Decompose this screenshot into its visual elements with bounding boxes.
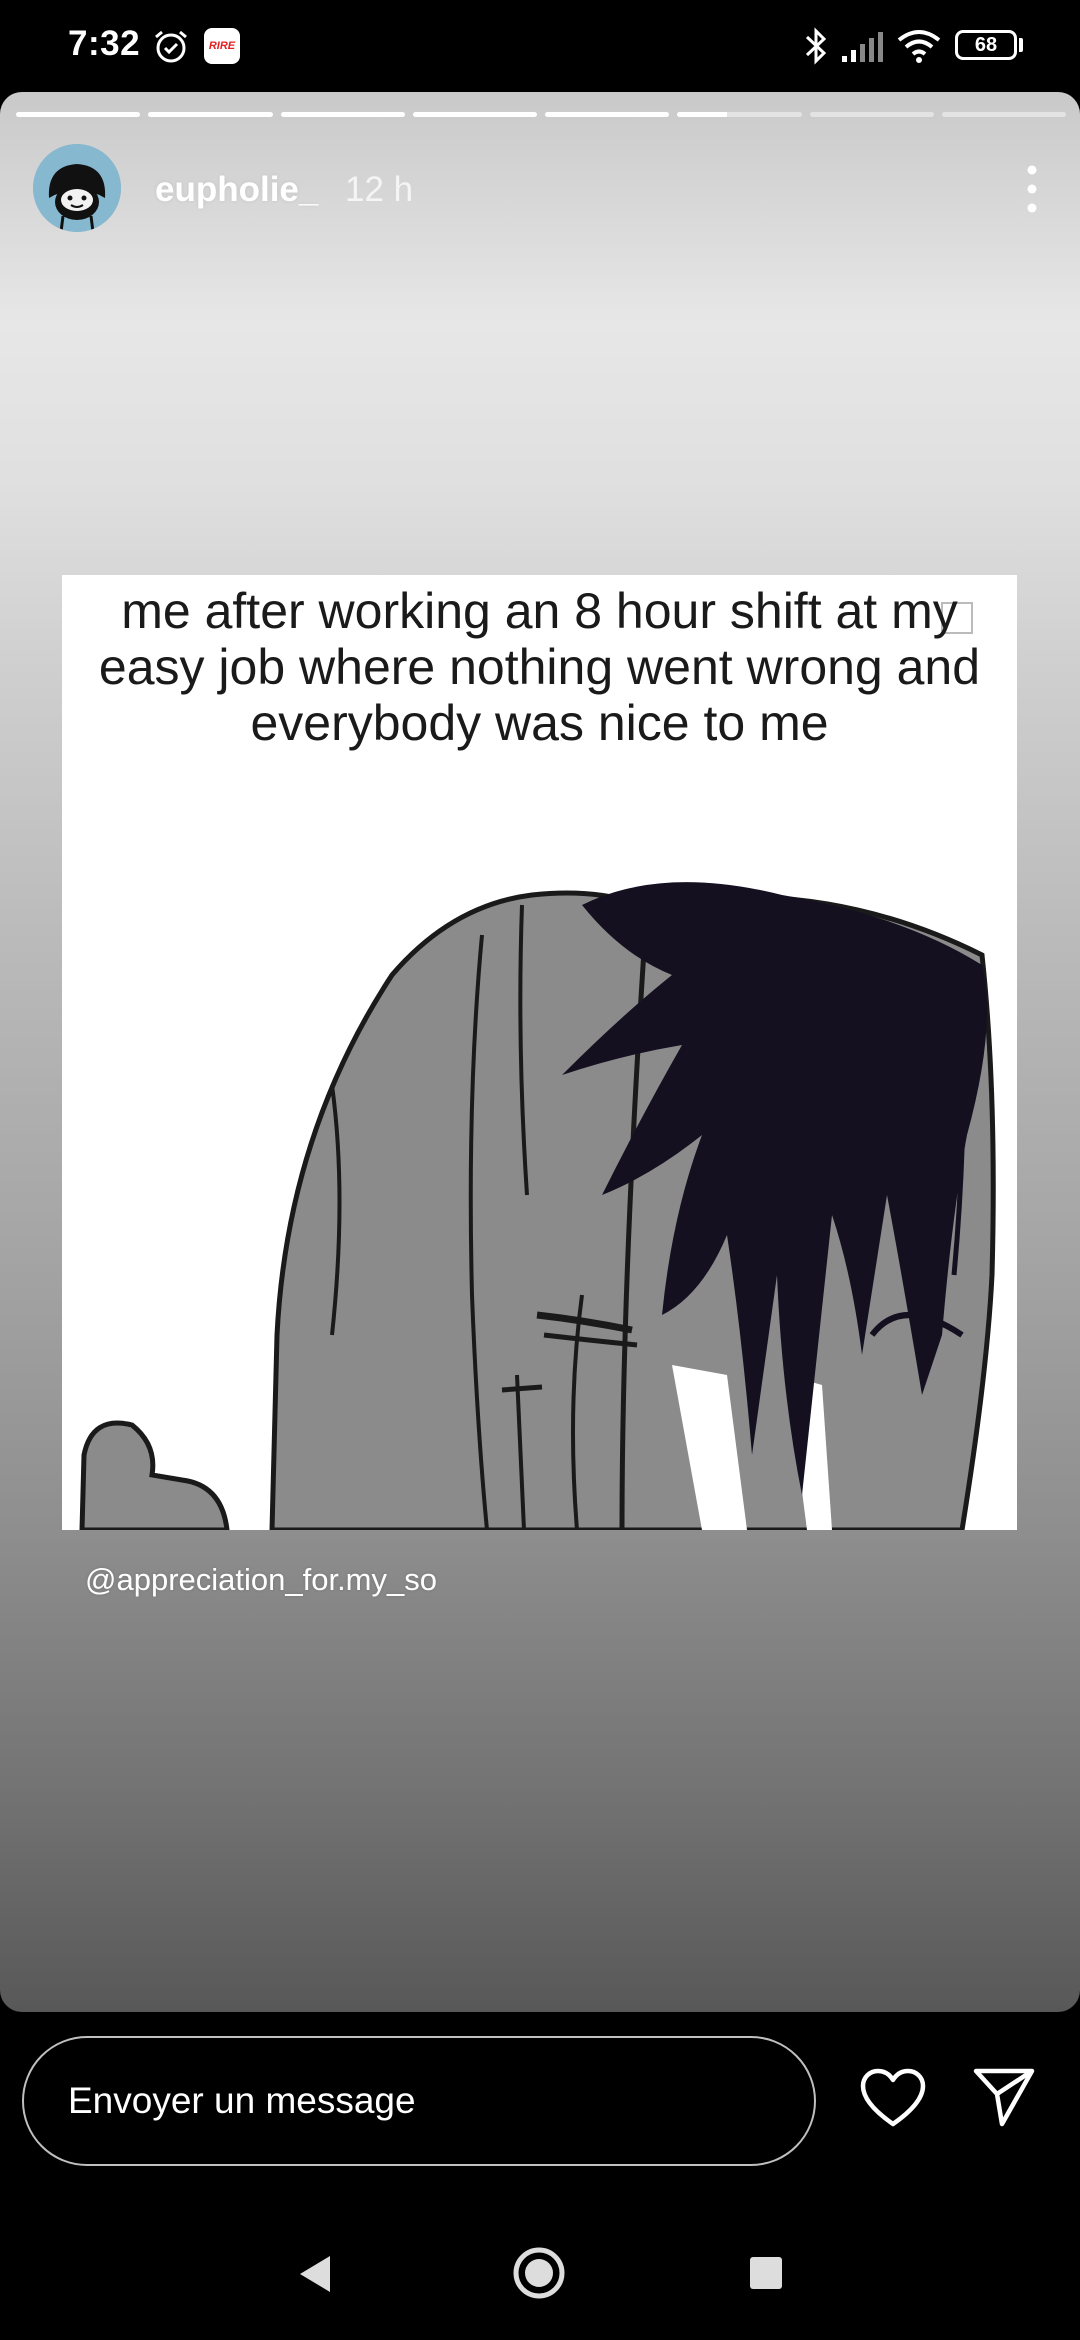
story-header: eupholie_ 12 h (33, 144, 1047, 234)
progress-segment (148, 112, 273, 117)
battery-icon: 68 (955, 30, 1017, 60)
heart-icon[interactable] (860, 2068, 926, 2128)
progress-segment (280, 112, 405, 117)
progress-segment (412, 112, 537, 117)
send-icon[interactable] (972, 2066, 1036, 2128)
status-bar: 7:32 RIRE 68 (0, 0, 1080, 92)
wifi-icon (897, 30, 941, 63)
story-progress (16, 112, 1066, 117)
story-card[interactable]: eupholie_ 12 h me after working an 8 hou… (0, 92, 1080, 2012)
progress-segment (16, 112, 141, 117)
home-icon[interactable] (512, 2246, 566, 2300)
app-badge: RIRE (204, 28, 240, 64)
status-time: 7:32 (68, 24, 141, 63)
progress-segment (809, 112, 934, 117)
mention-sticker[interactable]: @appreciation_for.my_so (85, 1562, 437, 1598)
progress-segment (545, 112, 670, 117)
meme-caption: me after working an 8 hour shift at my e… (98, 583, 981, 751)
message-placeholder: Envoyer un message (68, 2080, 416, 2121)
back-icon[interactable] (298, 2254, 332, 2294)
meme-image: me after working an 8 hour shift at my e… (62, 575, 1017, 1530)
progress-segment (941, 112, 1066, 117)
recents-icon[interactable] (750, 2257, 782, 2289)
message-input[interactable]: Envoyer un message (22, 2036, 816, 2166)
story-username[interactable]: eupholie_ (155, 170, 318, 210)
battery-cap (1019, 38, 1023, 52)
bluetooth-icon (805, 27, 827, 65)
more-options-icon[interactable] (1017, 162, 1047, 216)
story-time-ago: 12 h (345, 170, 414, 209)
signal-icon (842, 32, 883, 62)
progress-segment-current (677, 112, 802, 117)
avatar-illustration (33, 144, 121, 232)
alarm-icon (155, 30, 187, 63)
avatar[interactable] (33, 144, 121, 232)
